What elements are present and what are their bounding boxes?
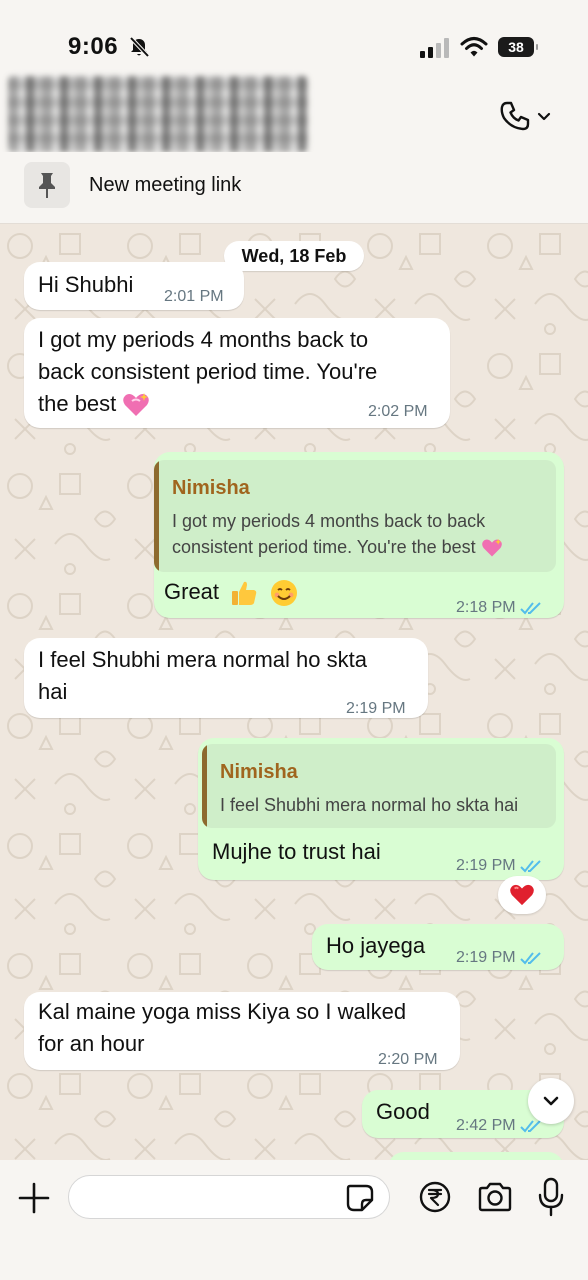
message-bubble-incoming[interactable]: Kal maine yoga miss Kiya so I walked for… bbox=[24, 992, 460, 1070]
plus-icon[interactable] bbox=[16, 1180, 52, 1216]
pin-icon-box bbox=[24, 162, 70, 208]
message-bubble-incoming[interactable]: I got my periods 4 months back to back c… bbox=[24, 318, 450, 428]
message-time: 2:18 PM bbox=[456, 599, 516, 616]
message-text-body: Great bbox=[164, 579, 220, 604]
message-text: Mujhe to trust hai bbox=[212, 839, 381, 864]
message-text-line: the best bbox=[38, 388, 150, 420]
smiling-face-icon bbox=[271, 580, 298, 607]
double-check-read-icon bbox=[519, 602, 541, 615]
pinned-message-text: New meeting link bbox=[89, 174, 242, 196]
double-check-read-icon bbox=[519, 860, 541, 873]
message-text: Ho jayega bbox=[326, 933, 426, 958]
message-text: Hi Shubhi bbox=[38, 272, 134, 297]
date-separator: Wed, 18 Feb bbox=[224, 241, 364, 271]
message-text: Great bbox=[164, 576, 299, 608]
microphone-icon[interactable] bbox=[537, 1177, 565, 1217]
message-meta: 2:18 PM bbox=[456, 592, 542, 624]
quote-text-line: I got my periods 4 months back to back bbox=[172, 511, 486, 531]
quote-text: I feel Shubhi mera normal ho skta hai bbox=[220, 795, 519, 815]
message-bubble-incoming[interactable]: Hi Shubhi 2:01 PM bbox=[24, 262, 244, 310]
message-bubble-incoming[interactable]: I feel Shubhi mera normal ho skta hai 2:… bbox=[24, 638, 428, 718]
status-time: 9:06 bbox=[68, 33, 119, 60]
message-time: 2:19 PM bbox=[456, 949, 516, 966]
battery-indicator: 38 bbox=[498, 37, 538, 57]
chevron-down-icon bbox=[543, 1096, 559, 1106]
pinned-message-bar[interactable]: New meeting link bbox=[0, 152, 588, 224]
message-input[interactable] bbox=[68, 1175, 390, 1219]
sticker-icon[interactable] bbox=[344, 1182, 376, 1214]
rupee-icon[interactable] bbox=[418, 1180, 452, 1214]
double-check-read-icon bbox=[519, 1120, 541, 1133]
message-text-line: I feel Shubhi mera normal ho skta bbox=[38, 647, 367, 672]
message-bubble-outgoing[interactable]: Nimisha I got my periods 4 months back t… bbox=[154, 452, 564, 618]
sparkling-heart-icon bbox=[123, 393, 150, 417]
message-bubble-outgoing[interactable]: Nimisha I feel Shubhi mera normal ho skt… bbox=[198, 738, 564, 880]
message-meta: 2:19 PM bbox=[456, 942, 542, 974]
message-text-line: Kal maine yoga miss Kiya so I walked bbox=[38, 999, 407, 1024]
message-text-line: back consistent period time. You're bbox=[38, 359, 378, 384]
message-text-line: for an hour bbox=[38, 1031, 145, 1056]
phone-icon bbox=[500, 101, 530, 131]
thumbs-up-icon bbox=[232, 581, 257, 606]
double-check-read-icon bbox=[519, 952, 541, 965]
quoted-message[interactable]: Nimisha I got my periods 4 months back t… bbox=[154, 460, 556, 572]
red-heart-icon bbox=[510, 884, 534, 906]
message-text-line: I got my periods 4 months back to bbox=[38, 327, 369, 352]
message-time: 2:20 PM bbox=[378, 1051, 438, 1068]
message-text-line: hai bbox=[38, 679, 68, 704]
scroll-to-bottom-button[interactable] bbox=[528, 1078, 574, 1124]
message-bubble-outgoing[interactable]: Ho jayega 2:19 PM bbox=[312, 924, 564, 970]
quote-text-line: consistent period time. You're the best bbox=[172, 534, 503, 560]
sparkling-heart-icon bbox=[481, 539, 502, 557]
message-time: 2:01 PM bbox=[164, 288, 224, 305]
message-text-end: the best bbox=[38, 391, 117, 416]
message-time: 2:02 PM bbox=[368, 403, 428, 420]
quote-author: Nimisha bbox=[172, 477, 250, 499]
message-text: Good bbox=[376, 1099, 430, 1124]
wifi-icon bbox=[460, 37, 488, 57]
camera-icon[interactable] bbox=[476, 1180, 514, 1214]
chat-area[interactable]: Wed, 18 Feb Hi Shubhi 2:01 PM I got my p… bbox=[0, 224, 588, 1164]
quoted-message[interactable]: Nimisha I feel Shubhi mera normal ho skt… bbox=[202, 744, 556, 828]
message-meta: 2:42 PM bbox=[456, 1110, 542, 1142]
message-composer bbox=[0, 1160, 588, 1280]
message-reaction[interactable] bbox=[498, 876, 546, 914]
bell-off-icon bbox=[129, 36, 150, 58]
signal-icon bbox=[420, 38, 449, 58]
contact-name-redacted[interactable] bbox=[8, 76, 308, 152]
message-time: 2:42 PM bbox=[456, 1117, 516, 1134]
chat-header bbox=[0, 60, 588, 152]
message-time: 2:19 PM bbox=[346, 700, 406, 717]
message-time: 2:19 PM bbox=[456, 857, 516, 874]
call-button[interactable] bbox=[498, 96, 556, 136]
quote-author: Nimisha bbox=[220, 761, 298, 783]
pin-icon bbox=[39, 173, 55, 198]
quote-text-end: consistent period time. You're the best bbox=[172, 537, 476, 557]
chevron-down-icon bbox=[537, 112, 551, 121]
